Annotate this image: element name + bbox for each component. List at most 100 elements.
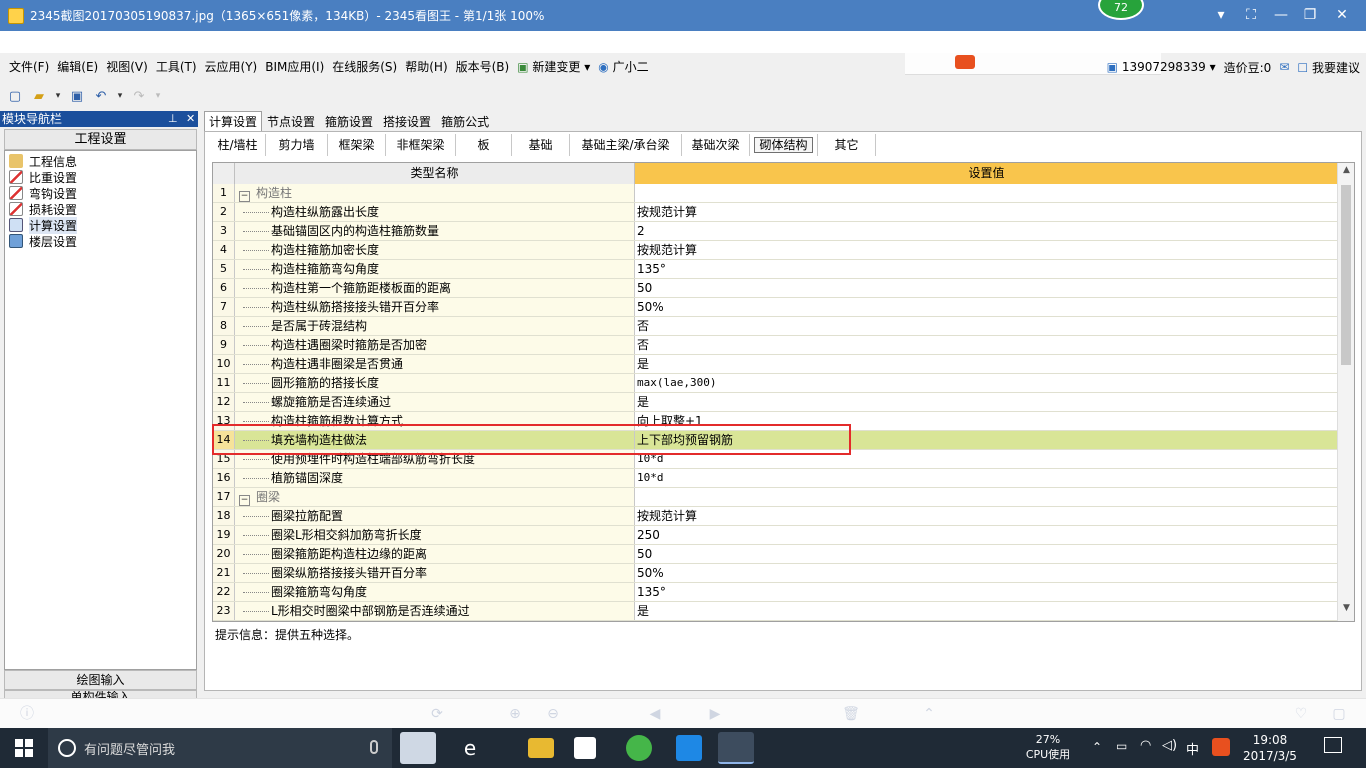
vertical-scrollbar[interactable]: ▲ ▼ (1337, 163, 1354, 621)
setting-value-cell[interactable]: 50 (635, 279, 1338, 297)
menu-tools[interactable]: 工具(T) (152, 53, 201, 81)
file-explorer-icon[interactable] (528, 738, 554, 758)
pin-icon[interactable]: ⊥ (168, 111, 178, 127)
tab-foundation-main-beam[interactable]: 基础主梁/承台梁 (570, 134, 682, 156)
app-blue-icon[interactable] (676, 735, 702, 761)
table-row[interactable]: 22 圈梁箍筋弯勾角度 135° (213, 583, 1338, 602)
tab-foundation-secondary-beam[interactable]: 基础次梁 (682, 134, 750, 156)
setting-value-cell[interactable]: 是 (635, 355, 1338, 373)
nav-item-hook[interactable]: 弯钩设置 (5, 185, 196, 201)
table-row[interactable]: 24圈梁侧面纵筋的锚固长度15*d (213, 621, 1338, 622)
next-icon[interactable]: ▶ (700, 705, 730, 723)
project-settings-section[interactable]: 工程设置 (4, 129, 197, 150)
zoom-out-icon[interactable]: ⊖ (544, 705, 562, 723)
table-row[interactable]: 9 构造柱遇圈梁时箍筋是否加密 否 (213, 336, 1338, 355)
setting-value-cell[interactable]: 按规范计算 (635, 507, 1338, 525)
close-icon[interactable]: ✕ (1333, 6, 1351, 24)
tab-masonry[interactable]: 砌体结构 (750, 134, 818, 156)
table-row[interactable]: 23 L形相交时圈梁中部钢筋是否连续通过 是 (213, 602, 1338, 621)
setting-value-cell[interactable]: max(lae,300) (635, 374, 1338, 392)
setting-value-cell[interactable]: 50 (635, 545, 1338, 563)
tab-node-settings[interactable]: 节点设置 (262, 111, 320, 131)
suggest-button[interactable]: ☐ 我要建议 (1297, 59, 1360, 76)
start-button[interactable] (0, 728, 48, 768)
message-icon[interactable]: ✉ (1279, 60, 1289, 74)
tab-calc-settings[interactable]: 计算设置 (204, 111, 263, 131)
nav-item-calc[interactable]: 计算设置 (5, 216, 196, 234)
browser-360-icon[interactable] (626, 735, 652, 761)
table-row[interactable]: 8 是否属于砖混结构 否 (213, 317, 1338, 336)
clock[interactable]: 19:08 2017/3/5 (1242, 732, 1298, 764)
save-icon[interactable]: ▣ (68, 87, 86, 105)
tab-stirrup-formula[interactable]: 箍筋公式 (436, 111, 494, 131)
tab-stirrup-settings[interactable]: 箍筋设置 (320, 111, 378, 131)
collapse-toggle-icon[interactable]: − (239, 191, 250, 202)
image-viewer-taskbar-icon[interactable] (718, 732, 754, 764)
setting-value-cell[interactable]: 是 (635, 602, 1338, 620)
setting-value-cell[interactable]: 50% (635, 564, 1338, 582)
tray-expand-icon[interactable]: ⌃ (1092, 740, 1102, 754)
scroll-down-icon[interactable]: ▼ (1338, 603, 1354, 619)
redo-icon[interactable]: ↷ (130, 87, 148, 105)
zoom-in-icon[interactable]: ⊕ (506, 705, 524, 723)
collapse-toggle-icon[interactable]: − (239, 495, 250, 506)
table-row[interactable]: 4 构造柱箍筋加密长度 按规范计算 (213, 241, 1338, 260)
table-row[interactable]: 18 圈梁拉筋配置 按规范计算 (213, 507, 1338, 526)
setting-value-cell[interactable]: 否 (635, 317, 1338, 335)
table-row[interactable]: 10 构造柱遇非圈梁是否贯通 是 (213, 355, 1338, 374)
setting-value-cell[interactable]: 按规范计算 (635, 203, 1338, 221)
edge-browser-icon[interactable]: e (452, 732, 488, 764)
nav-item-loss[interactable]: 损耗设置 (5, 201, 196, 217)
open-folder-icon[interactable]: ▰ (30, 87, 48, 105)
undo-icon[interactable]: ↶ (92, 87, 110, 105)
sogou-tray-icon[interactable] (1212, 738, 1230, 756)
nav-item-weight[interactable]: 比重设置 (5, 169, 196, 185)
menu-file[interactable]: 文件(F) (5, 53, 53, 81)
table-row[interactable]: 21 圈梁纵筋搭接接头错开百分率 50% (213, 564, 1338, 583)
notification-center-icon[interactable] (1324, 737, 1342, 753)
tab-non-frame-beam[interactable]: 非框架梁 (386, 134, 456, 156)
tab-foundation[interactable]: 基础 (512, 134, 570, 156)
tab-frame-beam[interactable]: 框架梁 (328, 134, 386, 156)
table-row[interactable]: 3 基础锚固区内的构造柱箍筋数量 2 (213, 222, 1338, 241)
rotate-icon[interactable]: ⟳ (428, 705, 446, 723)
store-icon[interactable] (574, 737, 596, 759)
setting-value-cell[interactable]: 2 (635, 222, 1338, 240)
setting-value-cell[interactable]: 是 (635, 393, 1338, 411)
favorite-icon[interactable]: ♡ (1292, 705, 1310, 723)
setting-value-cell[interactable]: 否 (635, 336, 1338, 354)
close-icon[interactable]: ✕ (186, 111, 195, 127)
setting-value-cell[interactable]: 135° (635, 583, 1338, 601)
setting-value-cell[interactable]: 135° (635, 260, 1338, 278)
table-group-row[interactable]: 17− 圈梁 (213, 488, 1338, 507)
menu-edit[interactable]: 编辑(E) (53, 53, 102, 81)
tab-shear-wall[interactable]: 剪力墙 (266, 134, 328, 156)
microphone-icon[interactable] (370, 740, 378, 754)
app-glodon-icon[interactable] (400, 732, 436, 764)
table-row[interactable]: 11 圆形箍筋的搭接长度 max(lae,300) (213, 374, 1338, 393)
menu-bim[interactable]: BIM应用(I) (261, 53, 328, 81)
table-row[interactable]: 7 构造柱纵筋搭接接头错开百分率 50% (213, 298, 1338, 317)
dropdown-icon[interactable]: ▾ (1212, 6, 1230, 24)
restore-icon[interactable]: ❐ (1301, 6, 1319, 24)
ime-indicator[interactable]: 中 (1186, 739, 1199, 758)
menu-cloud[interactable]: 云应用(Y) (201, 53, 262, 81)
scroll-thumb[interactable] (1341, 185, 1351, 365)
volume-icon[interactable]: ◁) (1162, 738, 1177, 753)
tab-lap-settings[interactable]: 搭接设置 (378, 111, 436, 131)
scroll-up-icon[interactable]: ▲ (1338, 165, 1354, 181)
new-file-icon[interactable]: ▢ (6, 87, 24, 105)
wifi-icon[interactable]: ◠ (1140, 738, 1151, 753)
previous-icon[interactable]: ◀ (640, 705, 670, 723)
table-group-row[interactable]: 1− 构造柱 (213, 184, 1338, 203)
setting-value-cell[interactable]: 15*d (635, 621, 1338, 622)
setting-value-cell[interactable] (635, 184, 1338, 202)
table-row[interactable]: 6 构造柱第一个箍筋距楼板面的距离 50 (213, 279, 1338, 298)
dropdown-icon[interactable]: ▾ (154, 87, 162, 105)
menu-view[interactable]: 视图(V) (102, 53, 152, 81)
table-row[interactable]: 20 圈梁箍筋距构造柱边缘的距离 50 (213, 545, 1338, 564)
setting-value-cell[interactable]: 10*d (635, 469, 1338, 487)
setting-value-cell[interactable]: 按规范计算 (635, 241, 1338, 259)
info-icon[interactable]: ⓘ (18, 705, 36, 723)
cortana-search[interactable]: 有问题尽管问我 (48, 728, 392, 768)
